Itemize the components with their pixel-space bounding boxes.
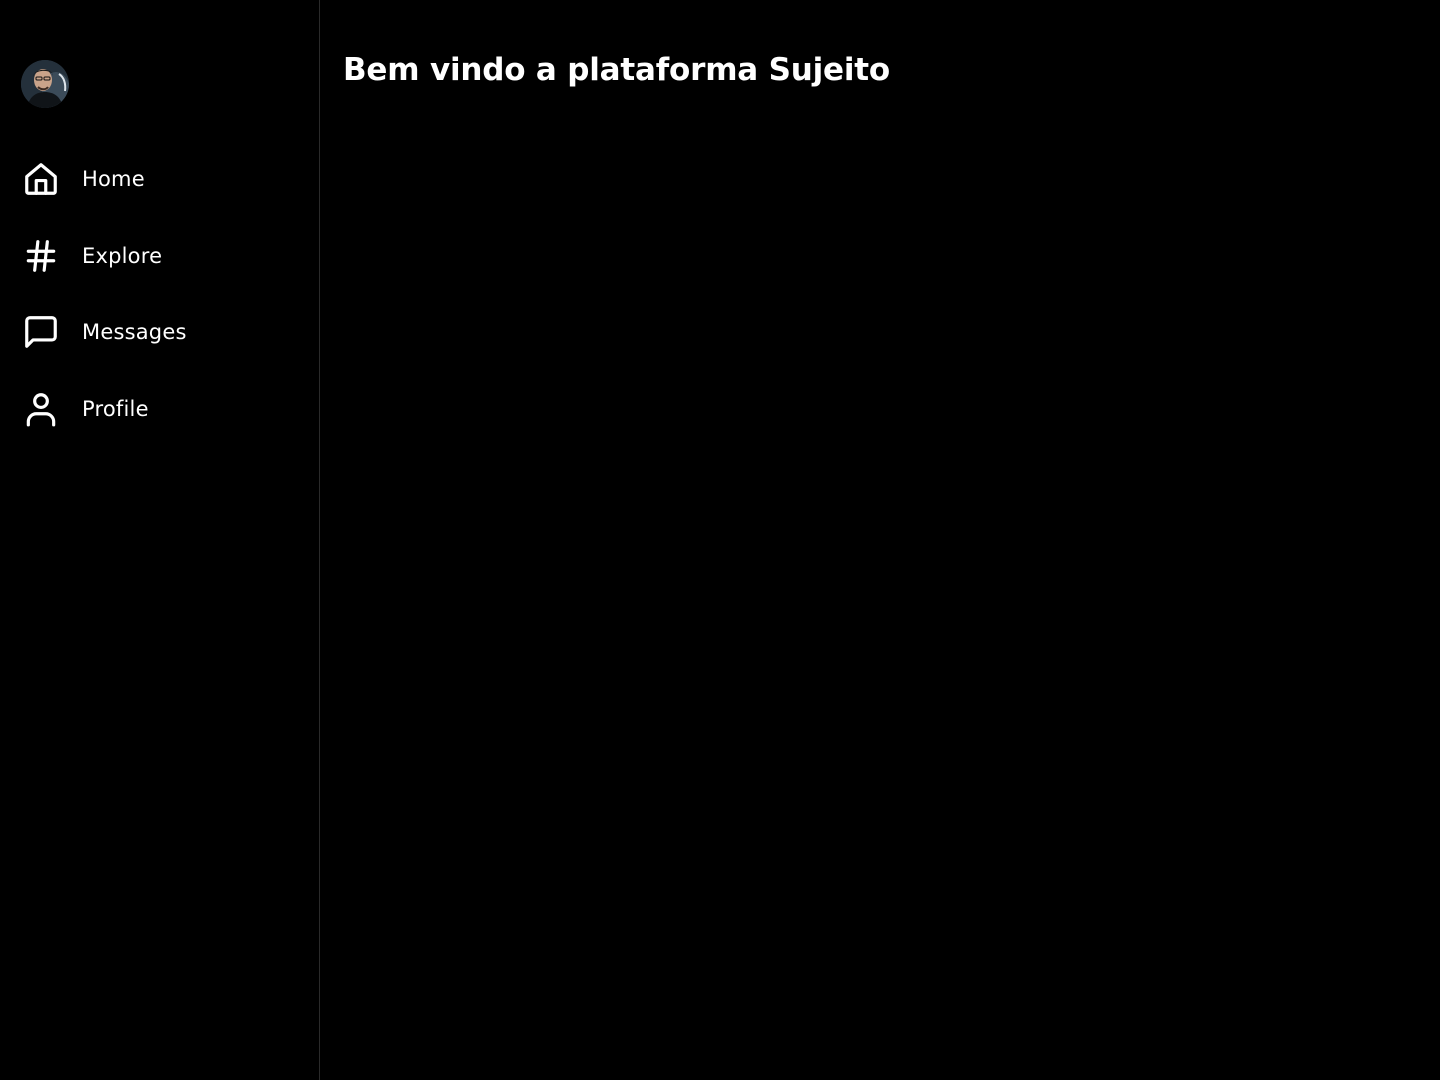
- sidebar-item-messages[interactable]: Messages: [22, 308, 187, 356]
- message-icon: [22, 313, 60, 351]
- sidebar-item-label: Profile: [82, 396, 149, 421]
- sidebar-item-label: Home: [82, 167, 145, 191]
- hashtag-icon: [22, 237, 60, 275]
- sidebar-item-explore[interactable]: Explore: [22, 232, 187, 280]
- user-photo-icon: [21, 60, 69, 108]
- sidebar-item-label: Explore: [82, 243, 163, 268]
- page-title: Bem vindo a plataforma Sujeito: [343, 52, 890, 88]
- main-content: Bem vindo a plataforma Sujeito: [320, 0, 1440, 1080]
- sidebar-item-label: Messages: [82, 320, 187, 344]
- home-icon: [22, 160, 60, 198]
- app-root: Home Explore Messages Profile Bem vindo …: [0, 0, 1440, 1080]
- avatar[interactable]: [21, 60, 69, 108]
- user-icon: [22, 390, 60, 428]
- sidebar: Home Explore Messages Profile: [0, 0, 320, 1080]
- sidebar-nav: Home Explore Messages Profile: [22, 155, 187, 461]
- sidebar-item-home[interactable]: Home: [22, 155, 187, 203]
- sidebar-item-profile[interactable]: Profile: [22, 385, 187, 433]
